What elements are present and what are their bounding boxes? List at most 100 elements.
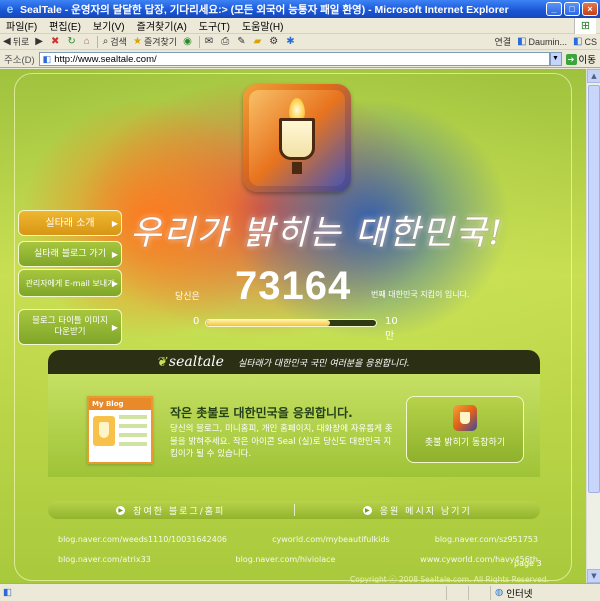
page-icon: ◧	[517, 36, 527, 47]
email-label: 관리자에게 E-mail 보내기	[25, 278, 115, 288]
mail-button[interactable]: ✉	[202, 36, 218, 47]
progress-min: 0	[193, 316, 200, 327]
counter-suffix: 번째 대한민국 지킴이 입니다.	[371, 290, 470, 299]
slogan: 우리가 밝히는 대한민국!	[130, 213, 505, 253]
print-icon: ⎙	[221, 36, 230, 47]
page-icon: ◧	[3, 587, 12, 598]
about-label: 실타래 소개	[45, 217, 95, 229]
promo-panel: My Blog 작은 촛불로 대한민국을 응원합니다. 당신의 블로그, 미니홈…	[48, 374, 540, 477]
print-button[interactable]: ⎙	[218, 36, 234, 47]
promo-description: 당신의 블로그, 미니홈피, 개인 홈페이지, 대화창에 자유롭게 촛불을 밝혀…	[170, 424, 393, 459]
search-button[interactable]: ⌕ 검색	[100, 35, 130, 48]
tool-button[interactable]: ⚙	[266, 36, 283, 47]
address-input[interactable]: ◧ http://www.sealtale.com/	[38, 52, 550, 66]
menu-help[interactable]: 도움말(H)	[236, 18, 289, 33]
media-icon: ◉	[183, 36, 192, 47]
search-icon: ⌕	[102, 36, 109, 47]
menu-edit[interactable]: 편집(E)	[43, 18, 87, 33]
back-button[interactable]: ◀ 뒤로	[0, 35, 32, 48]
my-blog-icon: My Blog	[87, 396, 153, 464]
scroll-thumb[interactable]	[588, 85, 600, 493]
candle-icon	[453, 405, 477, 431]
promo-title: 작은 촛불로 대한민국을 응원합니다.	[170, 406, 353, 420]
participant-link[interactable]: blog.naver.com/atrix33	[58, 555, 151, 564]
light-candle-button[interactable]: 촛불 밝히기 동참하기	[406, 396, 524, 463]
links-bar: 연결 ◧ Daumin... ◧ CS	[492, 35, 600, 48]
blog-label: 실타래 블로그 가기	[34, 248, 106, 259]
link-daumin[interactable]: ◧ Daumin...	[514, 36, 570, 47]
candle-cup-icon	[279, 118, 315, 160]
band-message: 실타래가 대한민국 국민 여러분을 응원합니다.	[237, 358, 410, 369]
progress-bar: 0 10만	[193, 316, 398, 342]
participant-link[interactable]: blog.naver.com/sz951753	[435, 535, 538, 544]
light-candle-label: 촛불 밝히기 동참하기	[424, 438, 506, 448]
sealtale-logo[interactable]	[243, 84, 351, 192]
progress-track	[205, 319, 377, 327]
page-icon: ◧	[573, 36, 583, 47]
text-line	[119, 415, 147, 419]
tab-message[interactable]: ▶ 응원 메시지 남기기	[295, 504, 541, 517]
participant-link[interactable]: cyworld.com/mybeautifulkids	[272, 535, 390, 544]
menu-favorites[interactable]: 즐겨찾기(A)	[131, 18, 193, 33]
messenger-button[interactable]: ✱	[283, 36, 299, 47]
email-button[interactable]: 관리자에게 E-mail 보내기 ▶	[18, 269, 122, 297]
page-icon: ◧	[42, 53, 52, 64]
counter-number: 73164	[235, 264, 352, 308]
download-label-line2: 다운받기	[54, 327, 86, 337]
vertical-scrollbar[interactable]: ▲ ▼	[586, 69, 600, 583]
globe-icon: ◍	[495, 587, 504, 598]
participant-link[interactable]: blog.naver.com/weeds1110/100316424​06	[58, 535, 227, 544]
play-icon: ▶	[362, 505, 372, 515]
refresh-button[interactable]: ↻	[64, 36, 80, 47]
forward-button[interactable]: ▶	[32, 36, 48, 47]
edit-icon: ✎	[237, 36, 246, 47]
participant-links: blog.naver.com/weeds1110/100316424​06 cy…	[58, 529, 538, 569]
security-zone: ◍ 인터넷	[490, 585, 600, 600]
tab-message-label: 응원 메시지 남기기	[379, 506, 472, 517]
go-label: 이동	[578, 55, 596, 66]
folder-icon: ▰	[253, 36, 262, 47]
toolbar: ◀ 뒤로 ▶ ✖ ↻ ⌂ ⌕ 검색 ★ 즐겨찾기 ◉ ✉ ⎙ ✎ ▰ ⚙ ✱ 연결 ◧…	[0, 34, 600, 50]
link-row: blog.naver.com/atrix33 blog.naver.com/hi…	[58, 549, 538, 569]
about-button[interactable]: 실타래 소개 ▶	[18, 210, 122, 236]
menu-file[interactable]: 파일(F)	[0, 18, 43, 33]
media-button[interactable]: ◉	[180, 36, 197, 47]
counter-prefix: 당신은	[175, 292, 200, 302]
blog-button[interactable]: 실타래 블로그 가기 ▶	[18, 241, 122, 267]
search-label: 검색	[110, 37, 127, 47]
maximize-button[interactable]: □	[564, 2, 580, 16]
go-button[interactable]: ➔ 이동	[562, 52, 600, 66]
toolbar-divider	[198, 35, 200, 48]
ie-icon: e	[6, 2, 14, 16]
favorites-button[interactable]: ★ 즐겨찾기	[130, 35, 180, 48]
links-label: 연결	[494, 37, 512, 47]
favorites-label: 즐겨찾기	[143, 37, 178, 47]
wordmark-text: sealtale	[168, 354, 224, 370]
my-blog-header: My Blog	[89, 398, 151, 410]
star-icon: ★	[132, 36, 142, 47]
link-cs[interactable]: ◧ CS	[570, 36, 600, 47]
logo-inner	[249, 90, 345, 186]
status-cell	[446, 585, 468, 600]
address-dropdown-button[interactable]: ▼	[549, 52, 562, 66]
home-button[interactable]: ⌂	[81, 36, 95, 47]
back-arrow-icon: ◀	[3, 36, 11, 47]
scroll-up-button[interactable]: ▲	[587, 69, 600, 83]
sealtale-band: ❦ sealtale 실타래가 대한민국 국민 여러분을 응원합니다.	[48, 350, 540, 374]
progress-fill	[206, 320, 331, 326]
scroll-down-button[interactable]: ▼	[587, 569, 600, 583]
close-button[interactable]: ×	[582, 2, 598, 16]
menu-view[interactable]: 보기(V)	[87, 18, 131, 33]
participant-link[interactable]: blog.naver.com/hiviolace	[236, 555, 336, 564]
stop-button[interactable]: ✖	[48, 36, 64, 47]
edit-button[interactable]: ✎	[234, 36, 250, 47]
tab-participating[interactable]: ▶ 참여한 블로그/홈피	[48, 504, 294, 517]
download-button[interactable]: 블로그 타이틀 이미지 다운받기 ▶	[18, 309, 122, 345]
menu-tools[interactable]: 도구(T)	[193, 18, 236, 33]
minimize-button[interactable]: _	[546, 2, 562, 16]
arrow-right-icon: ▶	[111, 278, 118, 288]
messenger-icon: ✱	[286, 36, 295, 47]
arrow-right-icon: ▶	[111, 218, 118, 228]
folder-button[interactable]: ▰	[251, 36, 267, 47]
download-label-line1: 블로그 타이틀 이미지	[32, 316, 108, 326]
